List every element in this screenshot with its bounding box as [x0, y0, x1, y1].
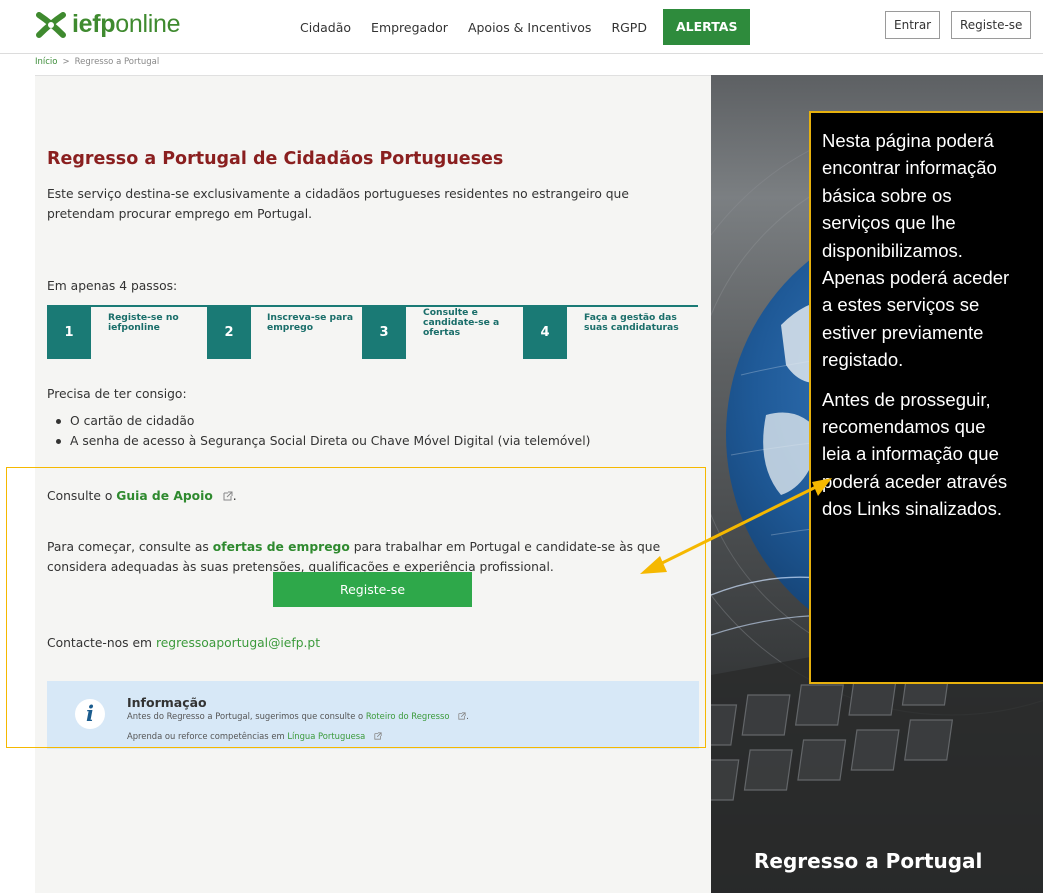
breadcrumb-current: Regresso a Portugal — [74, 57, 160, 67]
content-divider — [35, 75, 711, 76]
roteiro-link[interactable]: Roteiro do Regresso — [366, 711, 450, 721]
list-item: A senha de acesso à Segurança Social Dir… — [56, 431, 590, 451]
iefp-logo[interactable]: iefponline — [36, 10, 180, 39]
info-line-2-prefix: Aprenda ou reforce competências em — [127, 731, 285, 741]
consult-prefix: Consulte o — [47, 489, 113, 503]
annotation-callout: Nesta página poderá encontrar informação… — [809, 111, 1043, 684]
guide-link[interactable]: Guia de Apoio — [116, 489, 213, 503]
step-1-label: Registe-se no iefponline — [108, 312, 179, 333]
nav-item-apoios[interactable]: Apoios & Incentivos — [468, 20, 592, 35]
info-icon: i — [75, 699, 105, 729]
logo-text-light: online — [115, 10, 181, 38]
needs-label: Precisa de ter consigo: — [47, 387, 187, 401]
steps-bar: 1 Registe-se no iefponline 2 Inscreva-se… — [47, 305, 698, 359]
nav-item-rgpd[interactable]: RGPD — [611, 20, 647, 35]
nav-item-cidadao[interactable]: Cidadão — [300, 20, 351, 35]
needs-list: O cartão de cidadão A senha de acesso à … — [56, 411, 590, 451]
login-button[interactable]: Entrar — [885, 11, 941, 39]
logo-text-bold: iefp — [72, 10, 116, 38]
external-link-icon — [374, 732, 382, 740]
external-link-icon — [223, 491, 233, 501]
contact-email-link[interactable]: regressoaportugal@iefp.pt — [156, 636, 320, 650]
nav-item-alertas[interactable]: ALERTAS — [662, 9, 751, 45]
info-line-2: Aprenda ou reforce competências em Língu… — [127, 731, 382, 741]
intro-text: Este serviço destina-se exclusivamente a… — [47, 187, 629, 221]
step-1-number: 1 — [47, 307, 91, 359]
steps-label: Em apenas 4 passos: — [47, 279, 178, 293]
step-3-number: 3 — [362, 307, 406, 359]
offers-link[interactable]: ofertas de emprego — [213, 540, 350, 554]
step-2-number: 2 — [207, 307, 251, 359]
site-header: iefponline Cidadão Empregador Apoios & I… — [0, 0, 1043, 54]
contact-line: Contacte-nos em regressoaportugal@iefp.p… — [47, 636, 320, 650]
header-register-button[interactable]: Registe-se — [951, 11, 1032, 39]
page-title: Regresso a Portugal de Cidadãos Portugue… — [47, 149, 504, 169]
step-4-label: Faça a gestão das suas candidaturas — [584, 312, 679, 333]
list-item: O cartão de cidadão — [56, 411, 590, 431]
callout-paragraph-1: Nesta página poderá encontrar informação… — [822, 130, 1010, 371]
breadcrumb-separator: > — [62, 57, 70, 67]
step-3-label: Consulte e candidate-se a ofertas — [423, 307, 500, 338]
step-2-label: Inscreva-se para emprego — [267, 312, 354, 333]
contact-prefix: Contacte-nos em — [47, 636, 153, 650]
info-line-1-prefix: Antes do Regresso a Portugal, sugerimos … — [127, 711, 364, 721]
info-title: Informação — [127, 695, 207, 710]
iefp-logo-icon — [36, 11, 66, 38]
offers-paragraph: Para começar, consulte as ofertas de emp… — [47, 537, 699, 577]
breadcrumb-home-link[interactable]: Início — [35, 57, 58, 67]
info-box: i Informação Antes do Regresso a Portuga… — [47, 681, 699, 749]
logo-text: iefponline — [72, 10, 180, 39]
lingua-portuguesa-link[interactable]: Língua Portuguesa — [287, 731, 365, 741]
hero-title: Regresso a Portugal — [754, 849, 983, 873]
info-line-1-suffix: . — [466, 711, 469, 721]
consult-guide-line: Consulte o Guia de Apoio . — [47, 489, 237, 503]
step-4-number: 4 — [523, 307, 567, 359]
para-prefix: Para começar, consulte as — [47, 540, 209, 554]
consult-suffix: . — [232, 489, 237, 503]
breadcrumb: Início > Regresso a Portugal — [35, 57, 159, 67]
main-nav: Cidadão Empregador Apoios & Incentivos R… — [290, 9, 760, 45]
info-line-1: Antes do Regresso a Portugal, sugerimos … — [127, 711, 469, 721]
register-button[interactable]: Registe-se — [273, 572, 472, 607]
external-link-icon — [458, 712, 466, 720]
nav-item-empregador[interactable]: Empregador — [371, 20, 448, 35]
callout-paragraph-2: Antes de prosseguir, recomendamos que le… — [822, 388, 1008, 520]
